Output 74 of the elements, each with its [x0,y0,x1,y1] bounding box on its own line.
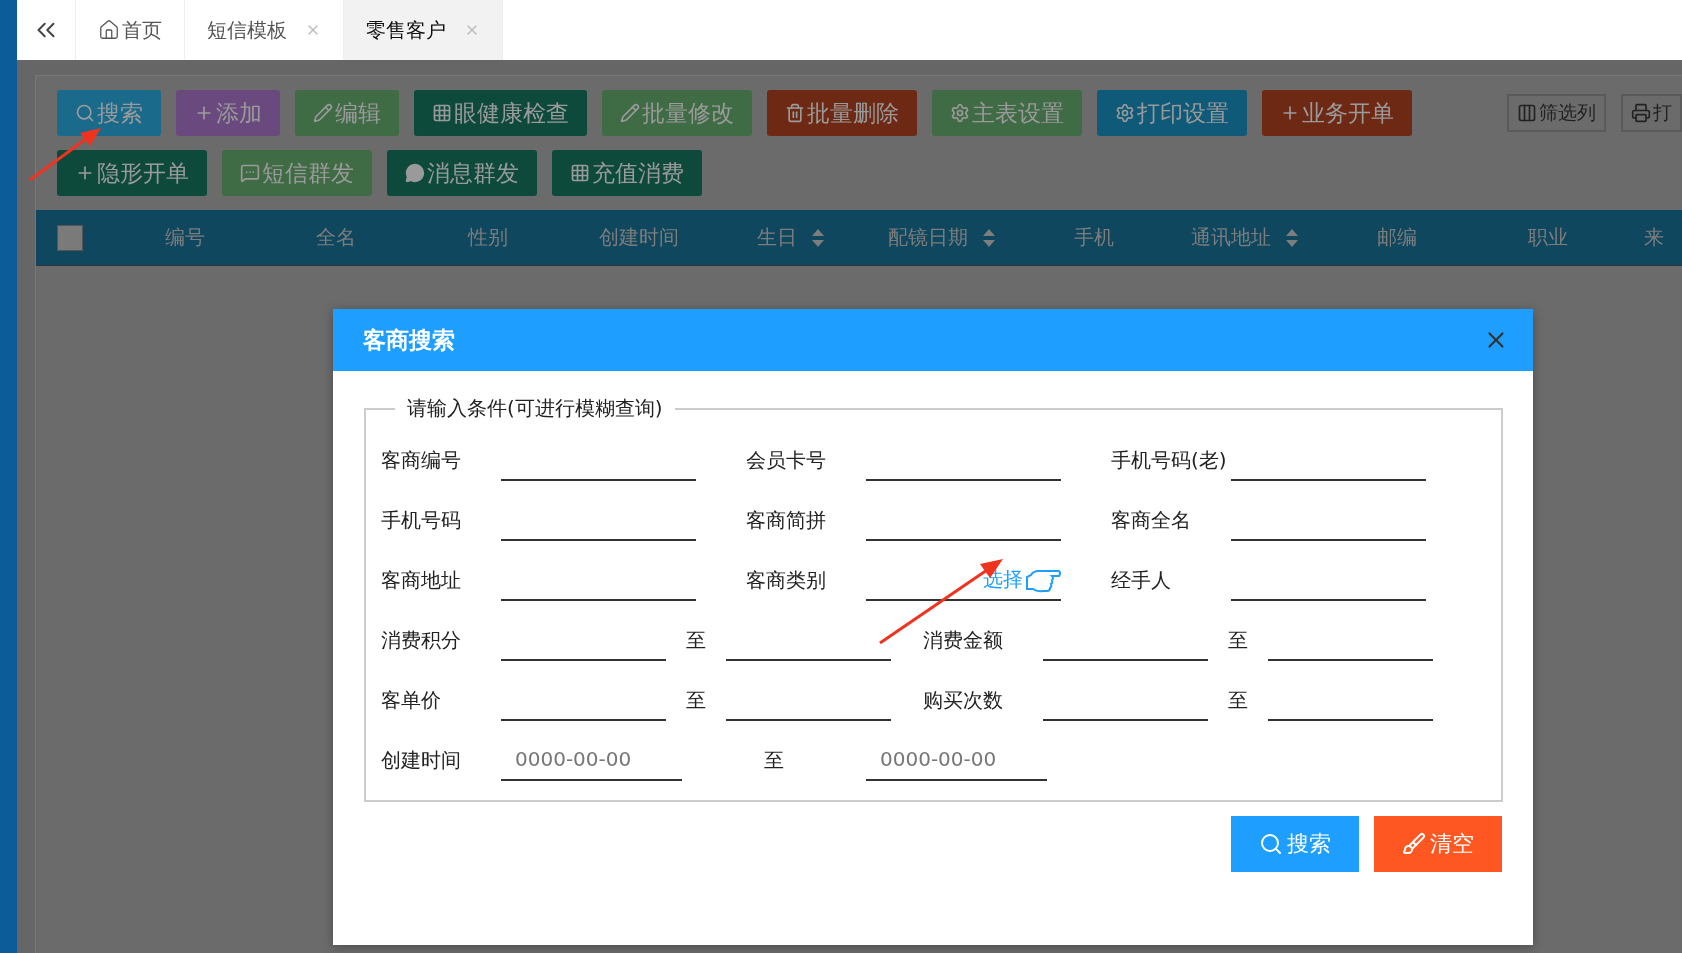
sort-icon[interactable] [1285,227,1300,248]
group-legend: 请输入条件(可进行模糊查询) [395,395,675,422]
column-header: 配镜日期 [888,224,969,251]
field-label: 客商地址 [381,566,462,594]
columns-icon [1517,103,1537,123]
toolbar-button[interactable]: 批量删除 [767,90,917,136]
tool-button[interactable]: 筛选列 [1507,94,1606,132]
clear-button[interactable]: 清空 [1374,816,1502,872]
sort-icon[interactable] [982,227,997,248]
chat-icon [240,163,260,183]
search-button[interactable]: 搜索 [1231,816,1359,872]
brush-icon [1402,832,1426,856]
field-label: 会员卡号 [746,446,827,474]
field-label: 手机号码 [381,506,462,534]
field-label: 客商全名 [1111,506,1192,534]
toolbar-button[interactable]: 消息群发 [387,150,537,196]
tab-label: 短信模板 [207,16,287,44]
range-separator: 至 [763,746,785,774]
column-header: 邮编 [1376,224,1417,251]
sort-icon[interactable] [810,227,825,248]
field-label: 购买次数 [923,686,1004,714]
settings-icon [950,103,970,123]
field-label: 消费积分 [381,626,462,654]
toolbar-button[interactable]: 主表设置 [932,90,1082,136]
toolbar-button[interactable]: 短信群发 [222,150,372,196]
tab-label: 首页 [122,16,162,44]
range-separator: 至 [685,626,707,654]
settings-icon [1115,103,1135,123]
search-icon [1259,832,1283,856]
toolbar-button[interactable]: 隐形开单 [57,150,207,196]
column-header: 全名 [316,224,357,251]
field-label: 客商编号 [381,446,462,474]
column-header: 手机 [1073,224,1114,251]
range-separator: 至 [685,686,707,714]
tool-button[interactable]: 打 [1621,94,1682,132]
column-header: 创建时间 [599,224,680,251]
column-header: 性别 [467,224,508,251]
field-label: 客商简拼 [746,506,827,534]
column-header: 生日 [756,224,797,251]
toolbar-button[interactable]: 打印设置 [1097,90,1247,136]
field-label: 消费金额 [923,626,1004,654]
column-header: 职业 [1528,224,1569,251]
range-separator: 至 [1227,626,1249,654]
toolbar-button[interactable]: 充值消费 [552,150,702,196]
trash-icon [785,103,805,123]
column-header: 来 [1644,224,1664,251]
field-label: 经手人 [1111,566,1172,594]
dialog-title: 客商搜索 [363,325,455,355]
toolbar-button[interactable]: 搜索 [57,90,161,136]
toolbar-button[interactable]: 业务开单 [1262,90,1412,136]
toolbar-button[interactable]: 批量修改 [602,90,752,136]
field-label: 客商类别 [746,566,827,594]
toolbar-button[interactable]: 编辑 [295,90,399,136]
tab[interactable]: 零售客户 [344,0,503,60]
date-field[interactable]: 0000-00-00 [866,739,1047,781]
field-label: 客单价 [381,686,442,714]
column-header: 通讯地址 [1191,224,1272,251]
date-field[interactable]: 0000-00-00 [501,739,682,781]
toolbar-button[interactable]: 眼健康检查 [414,90,587,136]
home-icon [98,19,120,41]
chat-bubble-icon [405,163,425,183]
grid-icon [570,163,590,183]
field-label: 手机号码(老) [1111,446,1228,474]
pencil-icon [620,103,640,123]
search-icon [75,103,95,123]
pencil-icon [313,103,333,123]
tab-label: 零售客户 [366,16,446,44]
checkbox[interactable] [57,224,83,251]
printer-icon [1631,103,1651,123]
grid-icon [432,103,452,123]
toolbar-button[interactable]: 添加 [176,90,280,136]
field-label: 创建时间 [381,746,462,774]
range-separator: 至 [1227,686,1249,714]
column-header: 编号 [164,224,205,251]
